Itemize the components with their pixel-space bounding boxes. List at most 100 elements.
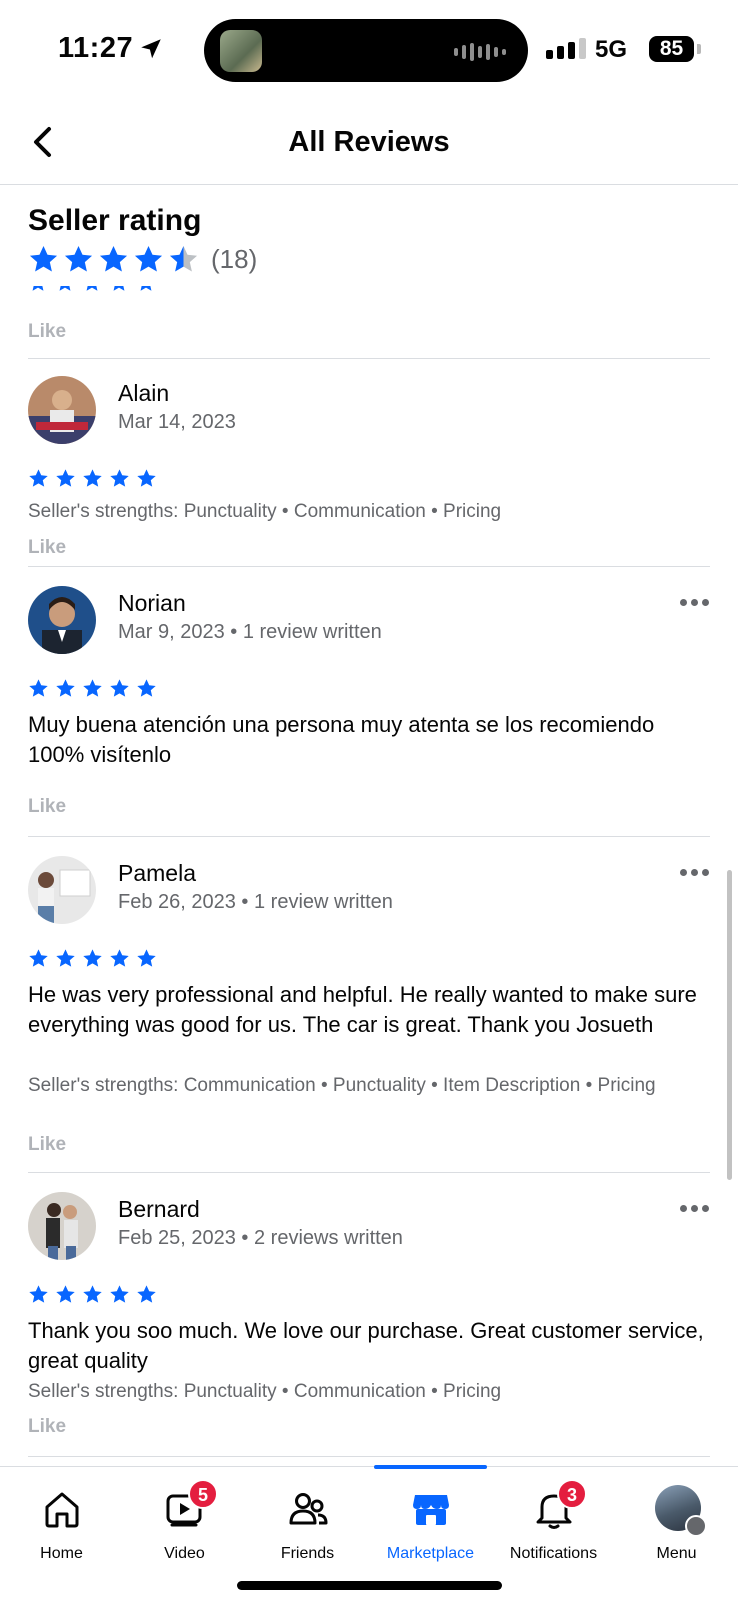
- review-text: He was very professional and helpful. He…: [28, 982, 697, 1037]
- marketplace-icon: [412, 1495, 449, 1525]
- star-icon: [137, 949, 156, 967]
- like-button[interactable]: Like: [28, 1134, 66, 1156]
- more-options-button[interactable]: [676, 1198, 712, 1218]
- rating-summary: Seller rating (18): [28, 204, 257, 275]
- star-icon: [56, 949, 75, 967]
- star-icon: [64, 245, 93, 272]
- location-arrow-icon: [141, 39, 161, 59]
- star-icon: [140, 286, 152, 291]
- more-options-button[interactable]: [676, 862, 712, 882]
- tab-marketplace[interactable]: Marketplace: [369, 1467, 492, 1577]
- star-icon: [83, 679, 102, 697]
- review-stars: [28, 468, 157, 489]
- star-icon: [56, 679, 75, 697]
- star-icon: [56, 1285, 75, 1303]
- dynamic-island: [204, 19, 528, 82]
- star-icon: [137, 469, 156, 487]
- star-icon: [110, 679, 129, 697]
- review-stars: [28, 678, 157, 699]
- summary-title: Seller rating: [28, 204, 202, 237]
- page-title: All Reviews: [288, 126, 450, 158]
- star-icon: [29, 469, 48, 487]
- star-icon: [59, 286, 71, 291]
- tab-label: Notifications: [509, 1545, 598, 1562]
- menu-icon: [685, 1515, 707, 1537]
- tab-menu[interactable]: Menu: [615, 1467, 738, 1577]
- star-icon: [83, 469, 102, 487]
- top-nav: All Reviews: [0, 100, 738, 185]
- like-button[interactable]: Like: [28, 321, 66, 343]
- notifications-badge: 3: [557, 1479, 587, 1509]
- like-button[interactable]: Like: [28, 1416, 66, 1438]
- star-icon: [29, 949, 48, 967]
- star-icon: [137, 679, 156, 697]
- divider: [28, 1172, 710, 1173]
- reviews-list[interactable]: Seller rating (18) Like Alain Mar 14, 20…: [0, 186, 738, 1466]
- reviewer-name[interactable]: Pamela: [118, 860, 196, 887]
- signal-icon: [546, 38, 586, 59]
- star-icon: [99, 245, 128, 272]
- avatar[interactable]: [28, 376, 96, 444]
- divider: [28, 566, 710, 567]
- tab-label: Menu: [656, 1545, 697, 1562]
- divider: [28, 358, 710, 359]
- star-icon: [56, 469, 75, 487]
- tab-label: Home: [40, 1545, 83, 1562]
- more-options-button[interactable]: [676, 592, 712, 612]
- star-icon: [29, 245, 58, 272]
- scrollbar[interactable]: [727, 870, 732, 1180]
- avatar[interactable]: [28, 1192, 96, 1260]
- star-icon: [32, 286, 44, 291]
- friends-icon: [289, 1493, 327, 1525]
- status-time: 11:27: [58, 32, 134, 64]
- star-icon: [137, 1285, 156, 1303]
- like-button[interactable]: Like: [28, 537, 66, 559]
- avatar[interactable]: [28, 586, 96, 654]
- battery-icon: 85: [649, 36, 694, 62]
- seller-strengths: Seller's strengths: Punctuality • Commun…: [28, 1381, 502, 1402]
- star-icon: [29, 1285, 48, 1303]
- review-meta: Feb 25, 2023 • 2 reviews written: [118, 1227, 403, 1249]
- divider: [28, 836, 710, 837]
- star-icon: [29, 679, 48, 697]
- summary-stars: (18): [28, 244, 257, 275]
- reviewer-name[interactable]: Norian: [118, 590, 186, 617]
- review-meta: Mar 9, 2023 • 1 review written: [118, 621, 382, 643]
- star-icon: [110, 949, 129, 967]
- star-icon: [86, 286, 98, 291]
- home-indicator[interactable]: [237, 1581, 502, 1590]
- reviewer-name[interactable]: Bernard: [118, 1196, 200, 1223]
- tab-notifications[interactable]: 3 Notifications: [492, 1467, 615, 1577]
- app-thumbnail-icon: [220, 30, 262, 72]
- tab-friends[interactable]: Friends: [246, 1467, 369, 1577]
- star-icon: [83, 949, 102, 967]
- review-count: (18): [211, 244, 258, 274]
- star-icon: [134, 245, 163, 272]
- status-bar: 11:27 5G 85: [0, 0, 738, 100]
- review-date: Mar 14, 2023: [118, 411, 236, 433]
- video-badge: 5: [188, 1479, 218, 1509]
- review-meta: Feb 26, 2023 • 1 review written: [118, 891, 393, 913]
- divider: [28, 1456, 710, 1457]
- network-label: 5G: [595, 36, 628, 63]
- review-text: Muy buena atención una persona muy atent…: [28, 712, 655, 767]
- bottom-tab-bar: Home 5 Video Friends Marketplace 3 Notif…: [0, 1465, 738, 1600]
- star-icon: [83, 1285, 102, 1303]
- tab-label: Friends: [280, 1545, 335, 1562]
- like-button[interactable]: Like: [28, 796, 66, 818]
- reviewer-name[interactable]: Alain: [118, 380, 169, 407]
- seller-strengths: Seller's strengths: Communication • Punc…: [28, 1075, 656, 1096]
- tab-label: Video: [164, 1545, 205, 1562]
- audio-wave-icon: [454, 43, 506, 61]
- half-star-icon: [169, 245, 198, 272]
- tab-video[interactable]: 5 Video: [123, 1467, 246, 1577]
- tab-home[interactable]: Home: [0, 1467, 123, 1577]
- star-icon: [110, 469, 129, 487]
- review-stars: [28, 1284, 157, 1305]
- review-text: Thank you soo much. We love our purchase…: [28, 1318, 704, 1373]
- review-stars: [28, 948, 157, 969]
- avatar[interactable]: [28, 856, 96, 924]
- home-icon: [45, 1492, 78, 1528]
- battery-tip: [697, 44, 701, 54]
- star-icon: [113, 286, 125, 291]
